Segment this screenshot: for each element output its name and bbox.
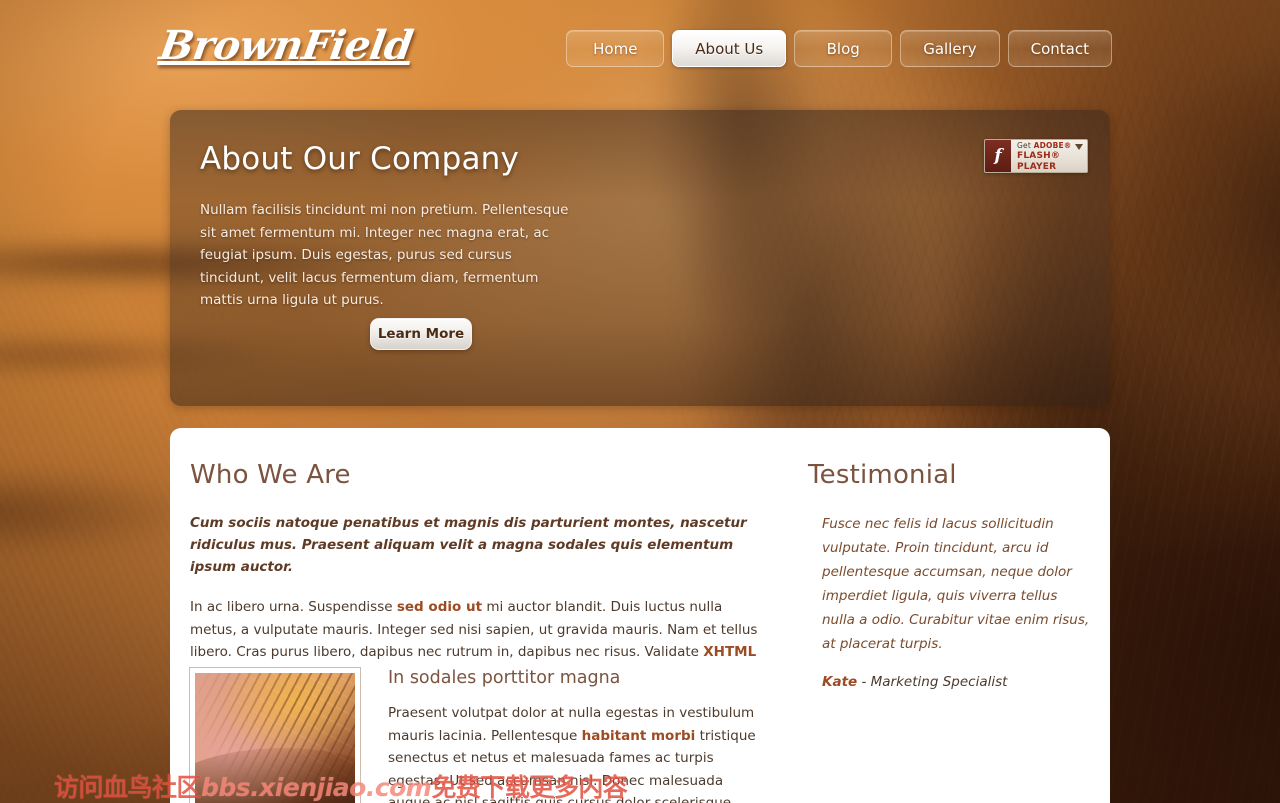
testimonial-author-role: - Marketing Specialist xyxy=(857,674,1008,690)
flash-badge-line2: FLASH® PLAYER xyxy=(1017,150,1061,172)
learn-more-button[interactable]: Learn More xyxy=(370,318,472,350)
link-habitant-morbi[interactable]: habitant morbi xyxy=(582,728,696,744)
who-we-are-column: Who We Are Cum sociis natoque penatibus … xyxy=(190,460,760,686)
main-navigation: Home About Us Blog Gallery Contact xyxy=(566,30,1112,67)
watermark-text-right: 免费下载更多内容 xyxy=(431,773,628,802)
flash-badge-brand: ADOBE® xyxy=(1033,140,1072,150)
testimonial-author: Kate - Marketing Specialist xyxy=(822,674,1093,690)
flash-badge-line1-prefix: Get xyxy=(1017,140,1034,150)
nav-item-about-us[interactable]: About Us xyxy=(672,30,787,67)
testimonial-author-name: Kate xyxy=(822,674,858,690)
watermark-text-left: 访问血鸟社区 xyxy=(54,773,202,802)
body-text-1: In ac libero urna. Suspendisse xyxy=(190,599,397,615)
nav-item-home[interactable]: Home xyxy=(566,30,665,67)
link-xhtml[interactable]: XHTML xyxy=(703,644,756,660)
watermark-url: bbs.xienjiao.com xyxy=(201,773,432,802)
nav-item-gallery[interactable]: Gallery xyxy=(900,30,1000,67)
who-we-are-heading: Who We Are xyxy=(190,460,351,490)
hero-paragraph: Nullam facilisis tincidunt mi non pretiu… xyxy=(200,202,569,308)
hero-panel: About Our Company Nullam facilisis tinci… xyxy=(170,110,1110,406)
nav-item-blog[interactable]: Blog xyxy=(794,30,893,67)
flash-logo-icon: f xyxy=(985,140,1011,172)
nav-item-contact[interactable]: Contact xyxy=(1007,30,1112,67)
content-panel: Who We Are Cum sociis natoque penatibus … xyxy=(170,428,1110,803)
site-header: BrownField Home About Us Blog Gallery Co… xyxy=(0,0,1280,96)
who-we-are-lead: Cum sociis natoque penatibus et magnis d… xyxy=(190,515,747,575)
testimonial-heading: Testimonial xyxy=(808,460,957,490)
article-title: In sodales porttitor magna xyxy=(388,668,621,688)
download-arrow-icon xyxy=(1075,144,1083,150)
site-logo[interactable]: BrownField xyxy=(156,22,416,69)
watermark-overlay: 访问血鸟社区bbs.xienjiao.com免费下载更多内容 xyxy=(54,768,628,803)
link-sed-odio-ut[interactable]: sed odio ut xyxy=(397,599,482,615)
page-root: BrownField Home About Us Blog Gallery Co… xyxy=(0,0,1280,803)
testimonial-quote: Fusce nec felis id lacus sollicitudin vu… xyxy=(822,516,1090,652)
get-adobe-flash-player-badge[interactable]: f Get ADOBE® FLASH® PLAYER xyxy=(984,139,1088,173)
testimonial-column: Testimonial Fusce nec felis id lacus sol… xyxy=(808,460,1093,690)
hero-title: About Our Company xyxy=(200,141,520,177)
